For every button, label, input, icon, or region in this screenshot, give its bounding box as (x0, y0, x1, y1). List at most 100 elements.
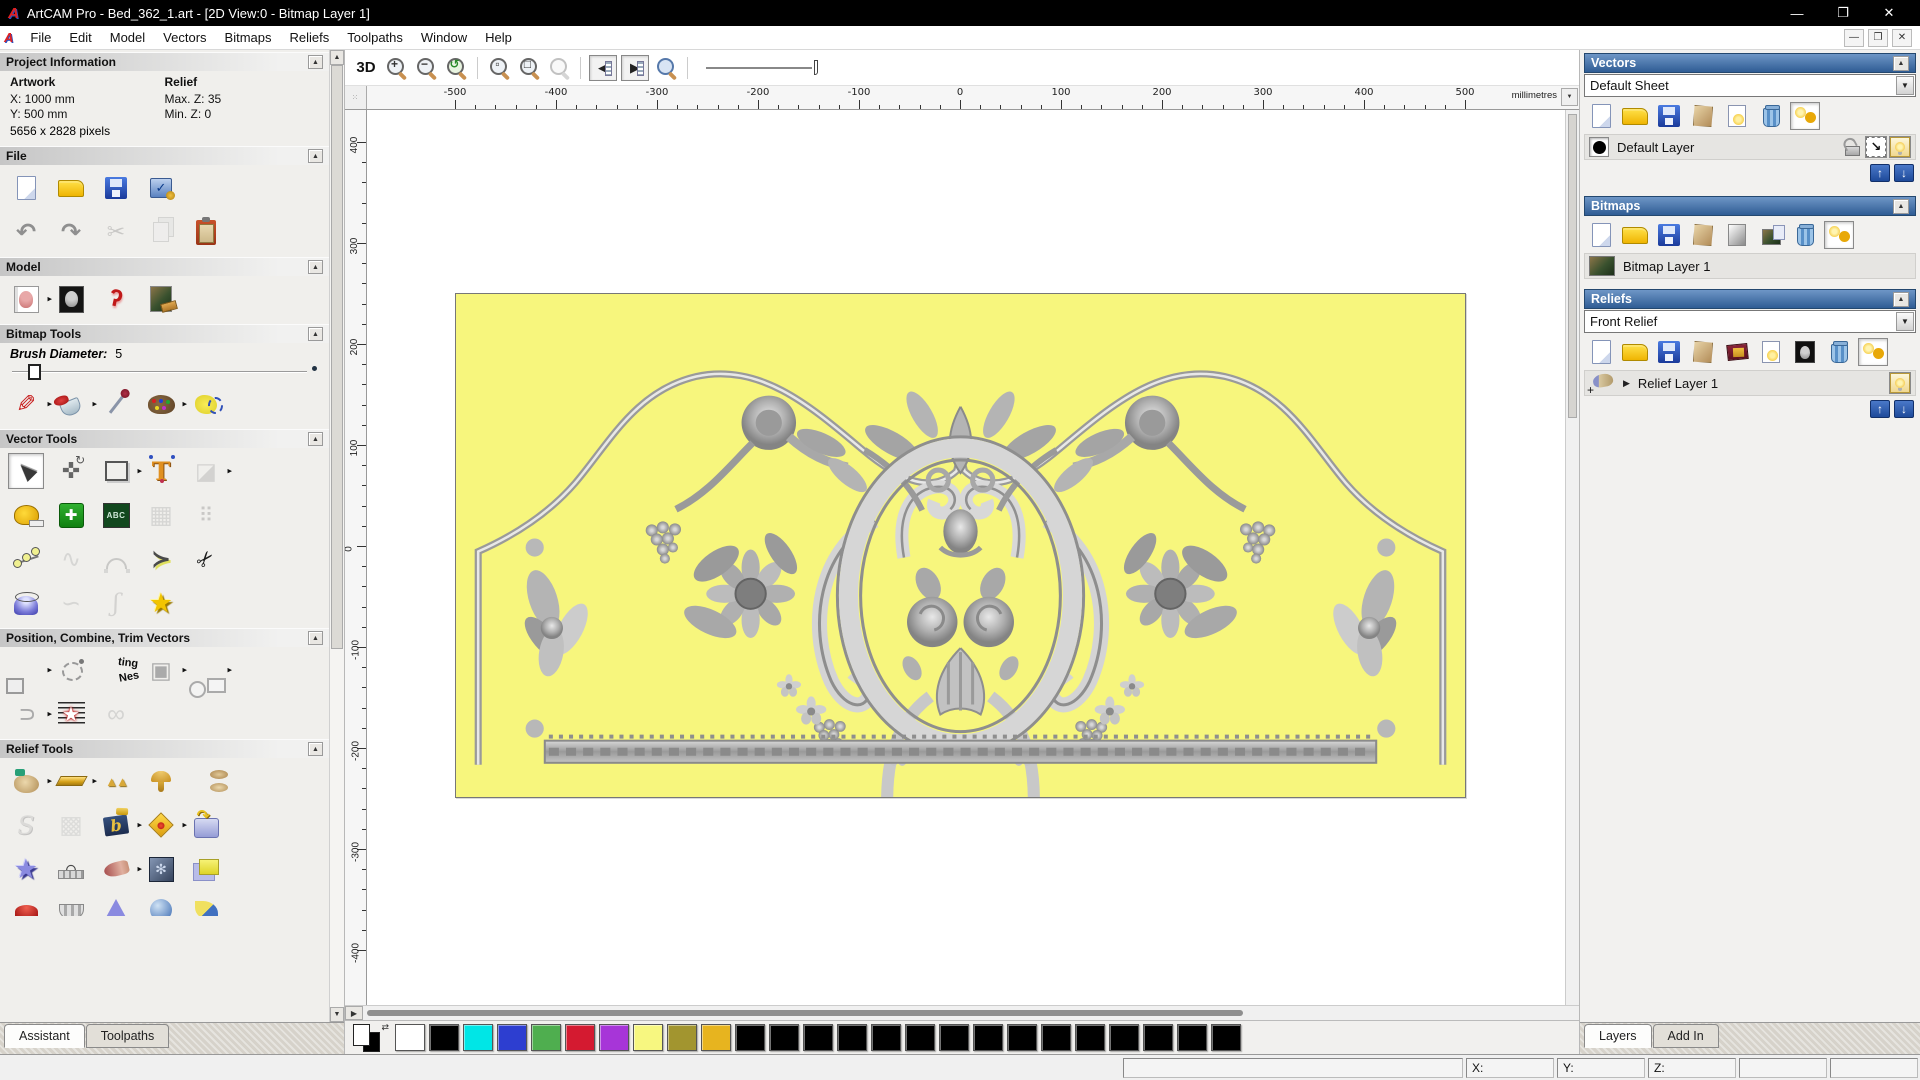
menu-toolpaths[interactable]: Toolpaths (338, 27, 412, 48)
stack-red-button[interactable] (1722, 338, 1752, 366)
palette-swatch-19[interactable] (1041, 1024, 1071, 1051)
canvas-viewport[interactable] (367, 110, 1565, 1005)
text-button[interactable] (143, 453, 179, 489)
combine-relief-button[interactable] (188, 763, 228, 799)
tab-assistant-assistant[interactable]: Assistant (4, 1024, 85, 1048)
rollup-icon[interactable] (308, 55, 323, 69)
flyout-arrow-icon[interactable]: ▸ (92, 399, 97, 410)
texture-star-button[interactable] (8, 851, 44, 887)
rollup-icon[interactable] (308, 631, 323, 645)
bulb-button[interactable] (1889, 136, 1911, 158)
bulbs-button[interactable] (1858, 338, 1888, 366)
restore-icon[interactable]: ❐ (1820, 0, 1866, 26)
layer-name[interactable]: Default Layer (1617, 140, 1694, 155)
trash-button[interactable] (1756, 102, 1786, 130)
flyout-arrow-icon[interactable]: ▸ (227, 466, 232, 477)
palette-swatch-17[interactable] (973, 1024, 1003, 1051)
tab-assistant-toolpaths[interactable]: Toolpaths (85, 1024, 170, 1048)
zoom-out-icon[interactable]: − (413, 55, 439, 81)
zoom-box-icon[interactable]: ▫ (486, 55, 512, 81)
texture-flow-button[interactable] (53, 696, 89, 732)
folder-button[interactable] (1620, 221, 1650, 249)
model-export-button[interactable] (143, 170, 179, 206)
layer-name[interactable]: Relief Layer 1 (1638, 376, 1718, 391)
text-curve-button[interactable] (53, 652, 89, 688)
add-bar-button[interactable]: ▸ (53, 763, 97, 799)
relief-layer-row[interactable]: ▶ Relief Layer 1 (1584, 370, 1916, 397)
rollup-icon[interactable] (308, 327, 323, 341)
expander-icon[interactable]: ▶ (1623, 378, 1630, 389)
trash-button[interactable] (1790, 221, 1820, 249)
snap-button[interactable] (1865, 136, 1887, 158)
menu-reliefs[interactable]: Reliefs (281, 27, 339, 48)
menu-help[interactable]: Help (476, 27, 521, 48)
toggle-3d-view-button[interactable]: 3D (353, 55, 379, 81)
zoom-fit-icon[interactable]: □ (516, 55, 542, 81)
emboss-button[interactable]: ▸ (98, 807, 142, 843)
flyout-arrow-icon[interactable]: ▸ (47, 294, 52, 305)
child-minimize-icon[interactable]: — (1844, 28, 1864, 47)
bridge-button[interactable] (53, 851, 89, 887)
rollup-icon[interactable] (308, 432, 323, 446)
scroll-right-icon[interactable]: ▶ (345, 1006, 363, 1020)
chevron-down-icon[interactable] (1896, 76, 1914, 95)
up-arrow-button[interactable] (1870, 400, 1890, 418)
flyout-arrow-icon[interactable]: ▸ (137, 466, 142, 477)
palette-swatch-14[interactable] (871, 1024, 901, 1051)
paint-button[interactable]: ▸ (8, 386, 52, 422)
sweep-button[interactable]: ▸ (98, 851, 142, 887)
file-open-button[interactable] (53, 170, 89, 206)
menu-edit[interactable]: Edit (60, 27, 100, 48)
slider-handle[interactable] (28, 364, 41, 380)
sphere-button[interactable] (143, 890, 179, 916)
extrude-button[interactable] (98, 763, 134, 799)
swap-colours-icon[interactable]: ⇄ (381, 1022, 389, 1033)
palette-swatch-10[interactable] (735, 1024, 765, 1051)
palette-swatch-13[interactable] (837, 1024, 867, 1051)
turn-button[interactable] (143, 763, 179, 799)
scroll-down-icon[interactable]: ▼ (330, 1007, 344, 1022)
palette-swatch-22[interactable] (1143, 1024, 1173, 1051)
page-button[interactable] (1586, 338, 1616, 366)
undo-button[interactable] (8, 214, 44, 250)
neg-teddy-button[interactable] (1790, 338, 1820, 366)
floppy-button[interactable] (1654, 102, 1684, 130)
rollup-icon[interactable] (1893, 198, 1909, 214)
palette-swatch-11[interactable] (769, 1024, 799, 1051)
bulbs-button[interactable] (1790, 102, 1820, 130)
palette-swatch-2[interactable] (463, 1024, 493, 1051)
flyout-arrow-icon[interactable]: ▸ (92, 776, 97, 787)
group-button[interactable]: ▸ (143, 652, 187, 688)
folder-button[interactable] (1620, 338, 1650, 366)
measure-button[interactable] (8, 497, 44, 533)
redo-button[interactable] (53, 214, 89, 250)
palette-swatch-9[interactable] (701, 1024, 731, 1051)
palette-swatch-12[interactable] (803, 1024, 833, 1051)
down-arrow-button[interactable] (1894, 400, 1914, 418)
flood-fill-button[interactable]: ▸ (53, 386, 97, 422)
merge-button[interactable] (1688, 221, 1718, 249)
menu-vectors[interactable]: Vectors (154, 27, 215, 48)
flyout-arrow-icon[interactable]: ▸ (137, 864, 142, 875)
menu-model[interactable]: Model (101, 27, 154, 48)
mona-copy-button[interactable] (1756, 221, 1786, 249)
shape-editor-button[interactable]: ▸ (8, 763, 52, 799)
relief-combo[interactable]: Front Relief (1584, 310, 1916, 333)
folder-button[interactable] (1620, 102, 1650, 130)
ruler-options-icon[interactable]: ▼ (1561, 88, 1578, 106)
vector-sheet-combo[interactable]: Default Sheet (1584, 74, 1916, 97)
menu-file[interactable]: File (21, 27, 60, 48)
palette-swatch-7[interactable] (633, 1024, 663, 1051)
menu-window[interactable]: Window (412, 27, 476, 48)
engrave-button[interactable] (143, 851, 179, 887)
merge-button[interactable] (1688, 102, 1718, 130)
brush-diameter-slider[interactable] (12, 363, 317, 381)
scrollbar-thumb[interactable] (331, 65, 343, 650)
red-shape-button[interactable] (8, 890, 44, 916)
page-button[interactable] (1586, 102, 1616, 130)
palette-swatch-1[interactable] (429, 1024, 459, 1051)
page-button[interactable] (1586, 221, 1616, 249)
up-arrow-button[interactable] (1870, 164, 1890, 182)
tab-panel-layers[interactable]: Layers (1584, 1024, 1652, 1048)
fill-vector-button[interactable] (188, 386, 224, 422)
